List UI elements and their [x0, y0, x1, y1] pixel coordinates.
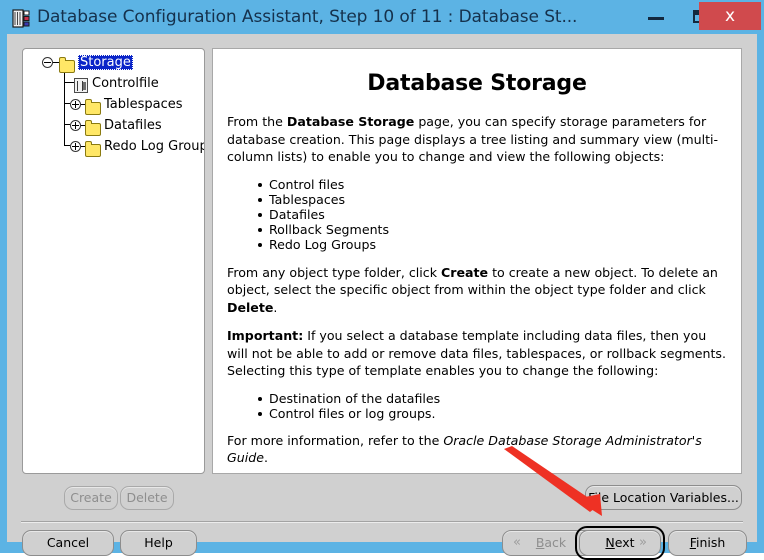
chevron-right-icon: »	[639, 535, 647, 550]
list-item: Tablespaces	[258, 192, 727, 207]
delete-button-label: Delete	[126, 490, 168, 505]
finish-rest: inish	[695, 535, 726, 550]
intro-paragraph: From the Database Storage page, you can …	[227, 113, 727, 166]
list-item: Rollback Segments	[258, 222, 727, 237]
delete-button[interactable]: Delete	[120, 486, 174, 510]
list-item: Destination of the datafiles	[258, 391, 727, 406]
list-item: Datafiles	[258, 207, 727, 222]
finish-button[interactable]: Finish	[668, 530, 747, 556]
help-button[interactable]: Help	[120, 530, 197, 556]
tree-item-tablespaces[interactable]: Tablespaces	[23, 94, 204, 115]
folder-icon	[85, 99, 101, 115]
title-bar: Database Configuration Assistant, Step 1…	[0, 0, 764, 38]
folder-icon	[59, 57, 75, 73]
objects-list: Control files Tablespaces Datafiles Roll…	[227, 177, 727, 253]
expand-toggle-icon[interactable]	[70, 99, 81, 110]
footer-divider-highlight	[21, 522, 743, 523]
p2-pre: From any object type folder, click	[227, 264, 442, 280]
close-icon: x	[724, 6, 736, 26]
tree-item-label: Datafiles	[104, 118, 162, 133]
collapse-toggle-icon[interactable]	[42, 57, 53, 68]
changeable-list: Destination of the datafiles Control fil…	[227, 391, 727, 421]
intro-bold: Database Storage	[286, 114, 415, 129]
page-title: Database Storage	[367, 71, 587, 96]
expand-toggle-icon[interactable]	[70, 141, 81, 152]
tree-item-storage[interactable]: Storage	[23, 52, 204, 73]
list-item: Control files	[258, 177, 727, 192]
folder-icon	[85, 120, 101, 136]
important-paragraph: Important: If you select a database temp…	[227, 327, 727, 380]
p2-bold-create: Create	[441, 264, 489, 280]
tree-item-label: Tablespaces	[104, 97, 183, 112]
moreinfo-post: .	[263, 450, 268, 466]
window-title: Database Configuration Assistant, Step 1…	[37, 7, 578, 27]
tree-item-label: Storage	[78, 55, 133, 70]
tree-item-label: Redo Log Groups	[104, 139, 205, 154]
file-location-variables-label: File Location Variables...	[588, 490, 739, 505]
important-label: Important:	[227, 328, 304, 344]
expand-toggle-icon[interactable]	[70, 120, 81, 131]
tree-item-redo-log-groups[interactable]: Redo Log Groups	[23, 136, 204, 157]
chevron-left-icon: «	[513, 535, 521, 550]
list-item: Redo Log Groups	[258, 237, 727, 252]
controlfile-icon	[74, 78, 88, 93]
next-rest: ext	[614, 535, 635, 550]
next-button[interactable]: Next »	[579, 530, 661, 556]
p2-bold-delete: Delete	[227, 299, 274, 315]
create-delete-paragraph: From any object type folder, click Creat…	[227, 264, 727, 317]
tree-item-label: Controlfile	[92, 76, 159, 91]
create-button[interactable]: Create	[64, 486, 118, 510]
database-icon	[12, 9, 30, 28]
intro-pre: From the	[227, 114, 287, 129]
tree-item-controlfile[interactable]: Controlfile	[23, 73, 204, 94]
folder-icon	[85, 141, 101, 157]
minimize-icon	[648, 17, 664, 20]
finish-button-label: Finish	[669, 531, 746, 555]
tree-item-datafiles[interactable]: Datafiles	[23, 115, 204, 136]
p2-post: .	[273, 299, 278, 315]
minimize-button[interactable]	[633, 0, 679, 30]
cancel-button-label: Cancel	[46, 535, 90, 550]
application-window: Database Configuration Assistant, Step 1…	[0, 0, 764, 560]
storage-tree-panel[interactable]: Storage Controlfile Tablespaces Datafile…	[22, 48, 205, 474]
next-mnemonic: N	[605, 535, 615, 550]
moreinfo-pre: For more information, refer to the	[227, 432, 444, 448]
create-button-label: Create	[70, 490, 112, 505]
more-info-paragraph: For more information, refer to the Oracl…	[227, 432, 727, 467]
list-item: Control files or log groups.	[258, 406, 727, 421]
cancel-button[interactable]: Cancel	[22, 530, 114, 556]
content-panel: Database Storage From the Database Stora…	[212, 48, 742, 474]
close-button[interactable]: x	[699, 2, 761, 30]
next-button-label: Next	[580, 531, 660, 555]
help-button-label: Help	[144, 535, 173, 550]
client-area: Storage Controlfile Tablespaces Datafile…	[7, 34, 757, 560]
file-location-variables-button[interactable]: File Location Variables...	[585, 485, 742, 510]
back-rest: ack	[544, 535, 567, 550]
